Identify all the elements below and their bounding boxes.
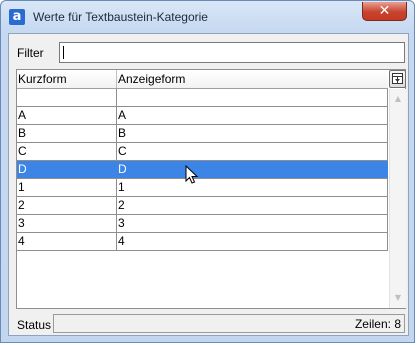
- table-row[interactable]: CC: [17, 143, 388, 161]
- cell-anzeigeform[interactable]: 1: [117, 179, 388, 196]
- status-bar: Zeilen: 8: [53, 314, 405, 333]
- table-body: AABBCCDD11223344: [17, 89, 388, 251]
- table-row[interactable]: 33: [17, 215, 388, 233]
- cell-anzeigeform[interactable]: 4: [117, 233, 388, 250]
- cell-kurzform[interactable]: 2: [17, 197, 117, 214]
- table-row[interactable]: BB: [17, 125, 388, 143]
- filter-label: Filter: [17, 46, 44, 60]
- cell-anzeigeform[interactable]: C: [117, 143, 388, 160]
- cell-anzeigeform[interactable]: 3: [117, 215, 388, 232]
- cell-kurzform[interactable]: A: [17, 107, 117, 124]
- cell-anzeigeform[interactable]: B: [117, 125, 388, 142]
- table-header: Kurzform Anzeigeform: [17, 70, 388, 89]
- vertical-scrollbar[interactable]: ▲ ▼: [389, 89, 406, 308]
- cell-kurzform[interactable]: C: [17, 143, 117, 160]
- values-table: Kurzform Anzeigeform AABBCCDD11223344 ▲ …: [16, 69, 406, 309]
- table-row[interactable]: 22: [17, 197, 388, 215]
- filter-input[interactable]: [59, 42, 405, 63]
- cell-kurzform[interactable]: 3: [17, 215, 117, 232]
- column-chooser-icon[interactable]: [389, 70, 406, 88]
- cell-anzeigeform[interactable]: 2: [117, 197, 388, 214]
- cell-kurzform[interactable]: 1: [17, 179, 117, 196]
- row-count: Zeilen: 8: [354, 317, 401, 331]
- status-label: Status: [17, 318, 52, 332]
- column-header-anzeigeform[interactable]: Anzeigeform: [117, 70, 388, 88]
- table-row[interactable]: 11: [17, 179, 388, 197]
- column-header-kurzform[interactable]: Kurzform: [17, 70, 117, 88]
- cell-anzeigeform[interactable]: D: [117, 161, 388, 178]
- table-row[interactable]: AA: [17, 107, 388, 125]
- cell-kurzform[interactable]: D: [17, 161, 117, 178]
- text-caret: [63, 46, 64, 59]
- cell-anzeigeform[interactable]: [117, 89, 388, 106]
- table-row[interactable]: DD: [17, 161, 388, 179]
- title-bar[interactable]: a Werte für Textbaustein-Kategorie ✕: [1, 1, 414, 31]
- scroll-down-icon[interactable]: ▼: [390, 290, 406, 306]
- table-row[interactable]: 44: [17, 233, 388, 251]
- dialog-window: a Werte für Textbaustein-Kategorie ✕ Fil…: [0, 0, 415, 343]
- cell-anzeigeform[interactable]: A: [117, 107, 388, 124]
- app-logo-icon: a: [9, 9, 25, 25]
- cell-kurzform[interactable]: B: [17, 125, 117, 142]
- close-button[interactable]: ✕: [362, 2, 407, 21]
- scroll-up-icon[interactable]: ▲: [390, 91, 406, 107]
- cell-kurzform[interactable]: [17, 89, 117, 106]
- cell-kurzform[interactable]: 4: [17, 233, 117, 250]
- table-row[interactable]: [17, 89, 388, 107]
- dialog-content: Filter Kurzform Anzeigeform AABBCCDD1122…: [8, 33, 409, 336]
- window-title: Werte für Textbaustein-Kategorie: [33, 10, 208, 24]
- mouse-cursor-icon: [185, 165, 199, 184]
